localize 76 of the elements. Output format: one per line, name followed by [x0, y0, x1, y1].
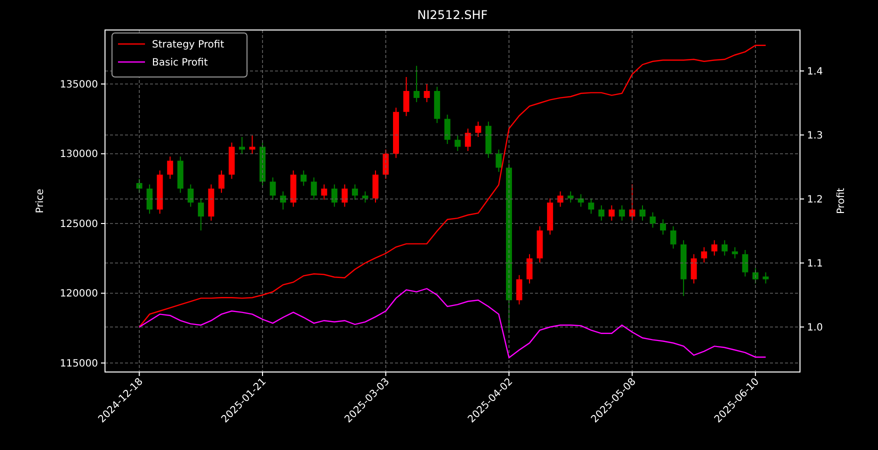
candle [516, 274, 522, 305]
tick-label: 115000 [60, 358, 98, 370]
candle [331, 184, 338, 208]
tick-label: 1.4 [807, 66, 823, 78]
candle [372, 170, 378, 204]
candle [280, 190, 286, 210]
axis-title: Price [35, 188, 46, 214]
candle [568, 190, 574, 204]
candle [701, 246, 708, 264]
tick-label: 130000 [60, 149, 98, 160]
candle [188, 184, 194, 208]
candle [146, 184, 153, 214]
candle [310, 176, 317, 200]
candle [393, 107, 400, 158]
legend-label: Basic Profit [152, 58, 208, 68]
candle [300, 170, 307, 186]
candle [485, 121, 492, 158]
candle [424, 84, 430, 103]
candle [762, 272, 769, 284]
candle [434, 86, 440, 124]
candle [639, 204, 646, 222]
candle [156, 170, 163, 214]
tick-label: 125000 [60, 219, 98, 230]
candle [598, 204, 604, 222]
candle [475, 121, 482, 138]
candle [722, 240, 728, 256]
tick-label: 1.1 [807, 258, 823, 270]
candle [650, 212, 656, 228]
candle [270, 176, 276, 200]
chart-title: NI2512.SHF [417, 8, 488, 22]
candle [496, 149, 502, 172]
candle [690, 254, 697, 284]
axis-title: Profit [836, 188, 847, 214]
candle [414, 65, 420, 103]
candle [238, 136, 245, 154]
legend-label: Strategy Profit [152, 40, 224, 50]
candle [290, 170, 296, 208]
tick-label: 135000 [60, 80, 98, 90]
candle [362, 190, 368, 204]
candle [228, 142, 235, 180]
candle [526, 254, 533, 284]
candle [167, 156, 174, 180]
tick-label: 1.3 [807, 130, 823, 142]
candle [547, 198, 554, 236]
candle [208, 184, 214, 222]
candle [536, 226, 543, 264]
candle [218, 170, 224, 194]
candle [670, 226, 676, 250]
tick-label: 120000 [60, 288, 98, 300]
candle [198, 198, 204, 231]
candle [382, 149, 389, 180]
candle [752, 268, 758, 284]
candle [342, 184, 348, 208]
candle [249, 135, 256, 154]
candle [732, 246, 738, 259]
candle [557, 190, 564, 208]
candle [321, 184, 328, 200]
candle [454, 135, 461, 152]
candle [444, 114, 450, 144]
candle [680, 240, 687, 297]
candle [352, 184, 358, 200]
candle [588, 198, 594, 214]
candle [618, 204, 625, 222]
candle [660, 218, 666, 236]
candle [260, 142, 266, 186]
candle [177, 156, 184, 194]
tick-label: 1.2 [807, 194, 823, 206]
candle [578, 194, 584, 208]
candle [464, 128, 471, 152]
candle [608, 204, 615, 222]
candle [403, 76, 410, 117]
candle [711, 240, 718, 256]
candle [629, 184, 636, 222]
candle [742, 250, 748, 277]
tick-label: 1.0 [807, 322, 823, 334]
candle [136, 178, 142, 194]
